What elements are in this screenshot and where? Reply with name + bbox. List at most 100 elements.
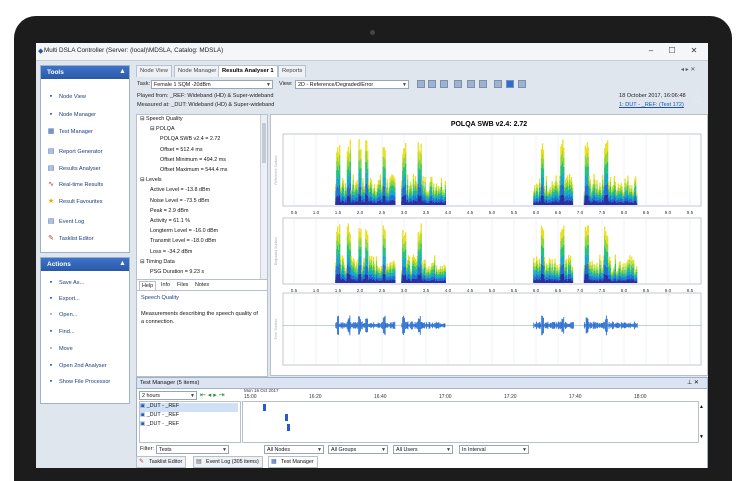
minimize-button[interactable]: – bbox=[643, 44, 659, 58]
view-dropdown[interactable]: 2D - Reference/Degraded/Error ▼ bbox=[295, 80, 409, 89]
tree-node[interactable]: ⊟ POLQA bbox=[150, 126, 175, 132]
test-row[interactable]: ▣ _DUT - _REF bbox=[140, 403, 238, 412]
tree-node-label: Offset Maximum = 544.4 ms bbox=[160, 167, 228, 173]
toolbar-button-5[interactable] bbox=[467, 80, 475, 88]
bottom-tab-event-log[interactable]: ▤ Event Log (305 items) bbox=[193, 456, 263, 468]
tab-nav-icon[interactable]: ◂ ▸ ✕ bbox=[681, 66, 695, 73]
timeline-bar[interactable] bbox=[285, 414, 288, 421]
tree-node-label: Transmit Level = -18.0 dBm bbox=[150, 238, 217, 245]
filter-value: Tests bbox=[159, 447, 172, 453]
tab-node-manager[interactable]: Node Manager bbox=[174, 65, 221, 77]
bottom-tab-tasklist-editor[interactable]: ✎ Tasklist Editor bbox=[136, 456, 187, 468]
tree-node[interactable]: Noise Level = -73.5 dBm bbox=[150, 198, 209, 204]
toolbar-button-4[interactable] bbox=[454, 80, 462, 88]
panel-item[interactable]: ▫ Open... bbox=[47, 310, 129, 322]
star-icon[interactable]: ☆ bbox=[691, 91, 703, 107]
filter-dropdown[interactable]: All Nodes ▼ bbox=[264, 445, 324, 454]
tab-files[interactable]: Files bbox=[175, 281, 190, 290]
x-tick-label: 2.0 bbox=[357, 210, 364, 215]
test-row-label: _DUT - _REF bbox=[146, 421, 180, 427]
tab-notes[interactable]: Notes bbox=[193, 281, 211, 290]
test-row[interactable]: ▣ _DUT - _REF bbox=[140, 412, 238, 421]
nav-arrows-icon[interactable]: ⇤ ◂ ▸ ⇥ bbox=[200, 391, 225, 399]
range-dropdown[interactable]: 2 hours ▼ bbox=[139, 391, 197, 400]
toolbar-button-6[interactable] bbox=[479, 80, 487, 88]
panel-item-label: Tasklist Editor bbox=[59, 236, 94, 242]
timeline bbox=[242, 401, 699, 443]
tab-info[interactable]: Info bbox=[159, 281, 172, 290]
analyser-icon: ▪ bbox=[49, 362, 53, 369]
panel-item[interactable]: ✎ Tasklist Editor bbox=[47, 234, 129, 246]
test-link[interactable]: 1: DUT - _REF: (Test 172) bbox=[619, 102, 684, 108]
event-log-icon: ▤ bbox=[196, 459, 202, 465]
panel-item[interactable]: ▤ Results Analyser bbox=[47, 164, 129, 176]
panel-item[interactable]: ▪ Export... bbox=[47, 294, 129, 306]
tree-node[interactable]: Longterm Level = -16.0 dBm bbox=[150, 228, 218, 234]
tree-node[interactable]: Offset Minimum = 494.2 ms bbox=[160, 157, 226, 163]
collapse-icon[interactable]: ▲ bbox=[119, 68, 126, 75]
panel-item-label: Report Generator bbox=[59, 149, 103, 155]
toolbar-button-1[interactable] bbox=[417, 80, 425, 88]
close-button[interactable]: ✕ bbox=[686, 44, 702, 58]
x-tick-label: 9.5 bbox=[687, 210, 694, 215]
tree-node[interactable]: Peak = 2.9 dBm bbox=[150, 208, 189, 214]
toolbar-button-7[interactable] bbox=[494, 80, 502, 88]
results-tree: ⊟ Speech Quality ⊟ POLQA POLQA SWB v2.4 = … bbox=[136, 114, 268, 285]
tools-header[interactable]: Tools ▲ bbox=[41, 66, 129, 79]
filter-dropdown[interactable]: All Users ▼ bbox=[393, 445, 453, 454]
tree-node[interactable]: Offset = 512.4 ms bbox=[160, 147, 203, 153]
x-tick-label: 6.0 bbox=[533, 210, 540, 215]
actions-header[interactable]: Actions ▲ bbox=[41, 258, 129, 271]
tree-node[interactable]: Loss = -34.2 dBm bbox=[150, 249, 192, 255]
filter-dropdown[interactable]: Tests ▼ bbox=[156, 445, 229, 454]
timeline-bar[interactable] bbox=[263, 404, 266, 411]
tab-reports[interactable]: Reports bbox=[278, 65, 307, 77]
maximize-button[interactable]: ☐ bbox=[664, 44, 680, 58]
tree-node-label: Longterm Level = -16.0 dBm bbox=[150, 228, 219, 235]
play-button[interactable] bbox=[506, 80, 514, 88]
scroll-down-icon[interactable]: ▼ bbox=[699, 434, 704, 440]
toolbar-button-9[interactable] bbox=[518, 80, 526, 88]
panel-item[interactable]: ▫ Move bbox=[47, 344, 129, 356]
toolbar-button-3[interactable] bbox=[440, 80, 448, 88]
tree-node[interactable]: Active Level = -13.8 dBm bbox=[150, 187, 210, 193]
tab-results-analyser[interactable]: Results Analyser 1 bbox=[218, 65, 278, 77]
x-tick-label: 2.0 bbox=[357, 288, 364, 293]
bottom-tab-test-manager[interactable]: ▦ Test Manager bbox=[268, 456, 318, 468]
tree-node[interactable]: ⊟ Timing Data bbox=[140, 259, 175, 265]
panel-item[interactable]: ▤ Report Generator bbox=[47, 147, 129, 159]
tree-scrollbar[interactable] bbox=[260, 115, 267, 284]
timeline-bar[interactable] bbox=[287, 424, 290, 431]
filter-dropdown[interactable]: In Interval ▼ bbox=[459, 445, 529, 454]
find-icon: ▪ bbox=[49, 328, 53, 335]
tree-node[interactable]: Transmit Level = -18.0 dBm bbox=[150, 238, 216, 244]
panel-item[interactable]: ▤ Event Log bbox=[47, 217, 129, 229]
task-dropdown[interactable]: Female 1 SQM -20dBm ▼ bbox=[151, 80, 273, 89]
panel-item[interactable]: ▪ Open 2nd Analyser bbox=[47, 361, 129, 373]
tree-node[interactable]: ⊟ Levels bbox=[140, 177, 162, 183]
tree-node[interactable]: ⊟ Speech Quality bbox=[140, 116, 183, 122]
tree-node[interactable]: POLQA SWB v2.4 = 2.72 bbox=[160, 136, 220, 142]
panel-label: Error Surface bbox=[274, 319, 278, 340]
x-tick-label: 1.5 bbox=[335, 288, 342, 293]
tree-node[interactable]: Offset Maximum = 544.4 ms bbox=[160, 167, 227, 173]
x-tick-label: 4.5 bbox=[467, 210, 474, 215]
panel-item[interactable]: ∿ Real-time Results bbox=[47, 180, 129, 192]
panel-item[interactable]: ▪ Show File Processor bbox=[47, 377, 129, 389]
filter-dropdown[interactable]: All Groups ▼ bbox=[328, 445, 388, 454]
collapse-icon[interactable]: ▲ bbox=[119, 260, 126, 267]
panel-item[interactable]: ▪ Node Manager bbox=[47, 110, 129, 122]
tab-node-view[interactable]: Node View bbox=[136, 65, 172, 77]
panel-item[interactable]: ▪ Save As... bbox=[47, 278, 129, 290]
test-row[interactable]: ▣ _DUT - _REF bbox=[140, 421, 238, 430]
range-value: 2 hours bbox=[142, 393, 160, 399]
toolbar-button-2[interactable] bbox=[428, 80, 436, 88]
panel-item[interactable]: ▦ Test Manager bbox=[47, 127, 129, 139]
tree-node[interactable]: Activity = 61.1 % bbox=[150, 218, 190, 224]
tree-node[interactable]: PSG Duration = 9.23 s bbox=[150, 269, 204, 275]
scroll-up-icon[interactable]: ▲ bbox=[699, 404, 704, 410]
panel-item[interactable]: ★ Result Favourites bbox=[47, 197, 129, 209]
panel-item[interactable]: ▪ Find... bbox=[47, 327, 129, 339]
panel-item[interactable]: ▪ Node View bbox=[47, 92, 129, 104]
pin-icon[interactable]: ⊥ ✕ bbox=[687, 379, 699, 386]
